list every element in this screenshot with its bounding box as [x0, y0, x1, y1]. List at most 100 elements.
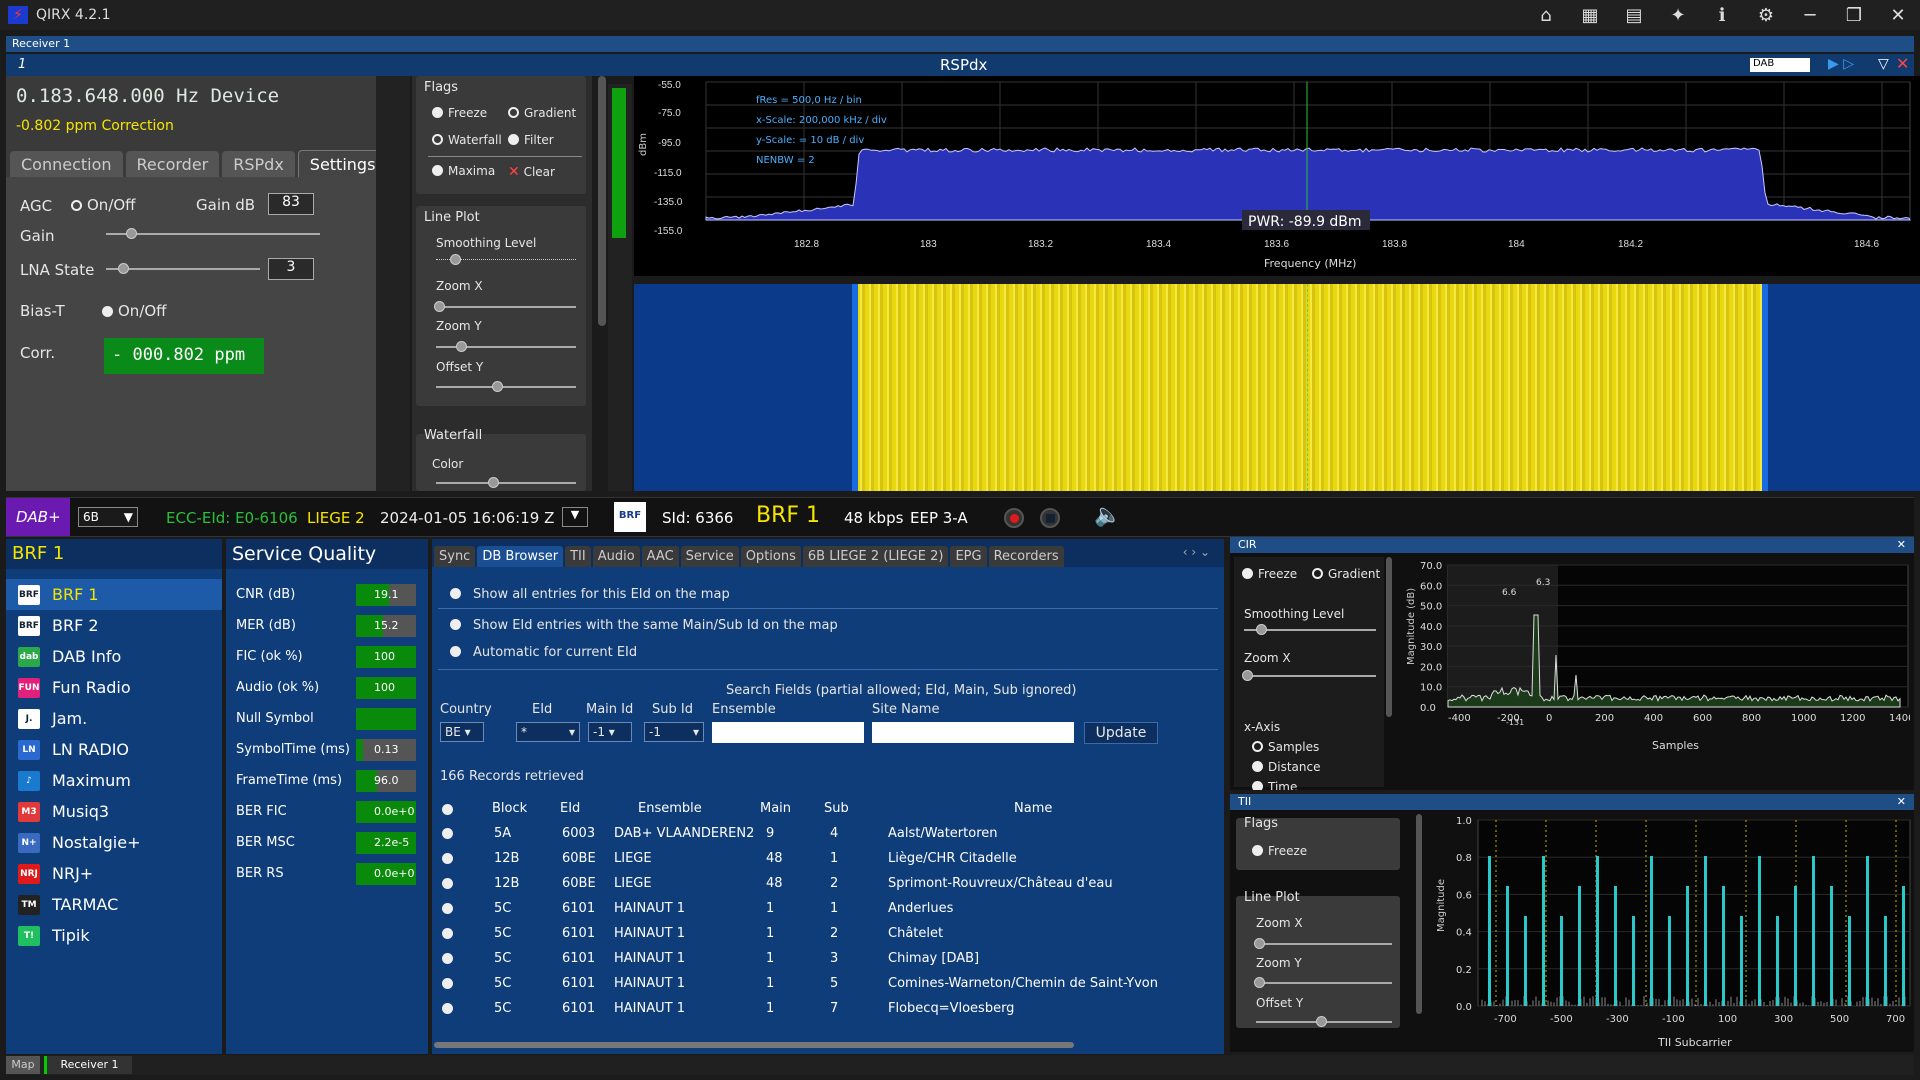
tii-freeze-toggle[interactable]: Freeze: [1252, 844, 1307, 858]
main-id-select[interactable]: -1 ▾: [588, 722, 632, 742]
service-item[interactable]: dab DAB Info: [6, 641, 222, 672]
db-tab[interactable]: AAC: [642, 546, 679, 567]
service-item[interactable]: TM TARMAC: [6, 889, 222, 920]
table-row[interactable]: 5C 6101 HAINAUT 1 1 3 Chimay [DAB]: [432, 951, 1224, 976]
flags-scrollbar[interactable]: [598, 76, 606, 326]
db-tab[interactable]: Options: [741, 546, 801, 567]
corr-value[interactable]: - 000.802 ppm: [104, 338, 264, 374]
country-select[interactable]: BE ▾: [440, 722, 484, 742]
option-same-mainsub[interactable]: Show EId entries with the same Main/Sub …: [450, 618, 838, 633]
offsety-slider[interactable]: [436, 386, 576, 388]
tab-settings[interactable]: Settings: [298, 150, 388, 178]
row-radio[interactable]: [442, 978, 453, 989]
db-tab[interactable]: 6B LIEGE 2 (LIEGE 2): [803, 546, 949, 567]
agc-toggle[interactable]: On/Off: [71, 196, 136, 214]
db-tab[interactable]: EPG: [950, 546, 986, 567]
xaxis-distance[interactable]: Distance: [1252, 760, 1320, 774]
service-item[interactable]: ♪ Maximum: [6, 765, 222, 796]
maximize-button[interactable]: ❐: [1832, 5, 1876, 26]
select-all-radio[interactable]: [442, 804, 453, 815]
row-radio[interactable]: [442, 903, 453, 914]
cir-zoomx-knob[interactable]: [1242, 670, 1253, 681]
xaxis-time[interactable]: Time: [1252, 780, 1297, 790]
table-row[interactable]: 5C 6101 HAINAUT 1 1 7 Flobecq=Vloesberg: [432, 1001, 1224, 1026]
maxima-toggle[interactable]: Maxima: [432, 164, 495, 178]
db-tab[interactable]: TII: [565, 546, 591, 567]
table-row[interactable]: 5A 6003 DAB+ VLAANDEREN2 9 4 Aalst/Watertoren: [432, 826, 1224, 851]
service-item[interactable]: T! Tipik: [6, 920, 222, 951]
gain-db-value[interactable]: 83: [268, 193, 314, 215]
table-row[interactable]: 12B 60BE LIEGE 48 2 Sprimont-Rouvreux/Château…: [432, 876, 1224, 901]
db-tab[interactable]: Recorders: [989, 546, 1064, 567]
dropdown-icon[interactable]: ▽: [1878, 56, 1889, 72]
tii-zoomy-slider[interactable]: [1256, 982, 1392, 984]
service-item[interactable]: N+ Nostalgie+: [6, 827, 222, 858]
service-item[interactable]: BRF BRF 2: [6, 610, 222, 641]
spectrum-plot[interactable]: dBm -55.0 -75.0 -95.0 -115.0 -135.0 -155…: [634, 76, 1920, 276]
zoomx-slider[interactable]: [436, 306, 576, 308]
row-radio[interactable]: [442, 828, 453, 839]
table-row[interactable]: 5C 6101 HAINAUT 1 1 2 Châtelet: [432, 926, 1224, 951]
service-item[interactable]: NRJ NRJ+: [6, 858, 222, 889]
filter-toggle[interactable]: Filter: [508, 133, 554, 147]
sub-id-select[interactable]: -1 ▾: [644, 722, 704, 742]
tii-scrollbar[interactable]: [1416, 814, 1422, 1014]
ensemble-input[interactable]: [712, 722, 864, 743]
play-icon[interactable]: ▶ ▷: [1828, 56, 1854, 72]
table-icon[interactable]: ▦: [1568, 5, 1612, 26]
settings-scrollbar[interactable]: [376, 76, 410, 491]
tii-zoomy-knob[interactable]: [1254, 977, 1265, 988]
waterfall-toggle[interactable]: Waterfall: [432, 133, 502, 147]
tab-recorder[interactable]: Recorder: [126, 151, 220, 178]
update-button[interactable]: Update: [1084, 722, 1158, 744]
lna-slider[interactable]: [106, 268, 260, 270]
eid-select[interactable]: * ▾: [516, 722, 580, 742]
option-all-entries[interactable]: Show all entries for this EId on the map: [450, 587, 730, 602]
row-radio[interactable]: [442, 878, 453, 889]
row-radio[interactable]: [442, 953, 453, 964]
satellite-icon[interactable]: ✦: [1656, 5, 1700, 26]
color-slider-knob[interactable]: [488, 477, 499, 488]
table-row[interactable]: 5C 6101 HAINAUT 1 1 5 Comines-Warneton/Chemin…: [432, 976, 1224, 1001]
xaxis-samples[interactable]: Samples: [1252, 740, 1319, 754]
gradient-toggle[interactable]: Gradient: [508, 106, 576, 120]
receiver-tab[interactable]: Receiver 1: [44, 1056, 132, 1074]
row-radio[interactable]: [442, 1003, 453, 1014]
zoomy-slider-knob[interactable]: [456, 341, 467, 352]
db-tab[interactable]: DB Browser: [477, 546, 563, 567]
tii-zoomx-slider[interactable]: [1256, 943, 1392, 945]
row-radio[interactable]: [442, 928, 453, 939]
db-tab[interactable]: Service: [681, 546, 739, 567]
option-automatic[interactable]: Automatic for current EId: [450, 645, 637, 660]
table-hscrollbar[interactable]: [434, 1042, 1074, 1048]
db-tab[interactable]: Audio: [593, 546, 640, 567]
service-item[interactable]: M3 Musiq3: [6, 796, 222, 827]
info-icon[interactable]: ℹ: [1700, 5, 1744, 26]
offsety-slider-knob[interactable]: [492, 381, 503, 392]
close-icon[interactable]: ✕: [1897, 537, 1906, 553]
close-button[interactable]: ✕: [1876, 5, 1920, 26]
map-tab[interactable]: Map: [6, 1056, 40, 1074]
freeze-toggle[interactable]: Freeze: [432, 106, 487, 120]
biast-toggle[interactable]: On/Off: [102, 302, 167, 320]
db-tab[interactable]: Sync: [434, 546, 475, 567]
map-icon[interactable]: ▤: [1612, 5, 1656, 26]
smoothing-slider-knob[interactable]: [450, 254, 461, 265]
cir-smoothing-knob[interactable]: [1256, 624, 1267, 635]
tii-zoomx-knob[interactable]: [1254, 938, 1265, 949]
close-icon[interactable]: ✕: [1896, 54, 1909, 73]
table-row[interactable]: 5C 6101 HAINAUT 1 1 1 Anderlues: [432, 901, 1224, 926]
tab-rspdx[interactable]: RSPdx: [222, 151, 295, 178]
cir-scrollbar[interactable]: [1386, 557, 1392, 717]
stop-button[interactable]: [1040, 508, 1060, 528]
gain-slider-knob[interactable]: [126, 228, 137, 239]
site-name-input[interactable]: [872, 722, 1074, 743]
clear-button[interactable]: ✕ Clear: [508, 164, 555, 180]
waterfall-display[interactable]: [634, 284, 1920, 491]
tab-scroll-icons[interactable]: ‹ › ⌄: [1183, 545, 1210, 559]
table-row[interactable]: 12B 60BE LIEGE 48 1 Liège/CHR Citadelle: [432, 851, 1224, 876]
tab-connection[interactable]: Connection: [10, 151, 123, 178]
cir-chart[interactable]: Magnitude (dB) 70.0 60.0 50.0 40.0 30.0 20.0 1…: [1400, 555, 1910, 787]
lna-slider-knob[interactable]: [118, 263, 129, 274]
zoomx-slider-knob[interactable]: [434, 301, 445, 312]
